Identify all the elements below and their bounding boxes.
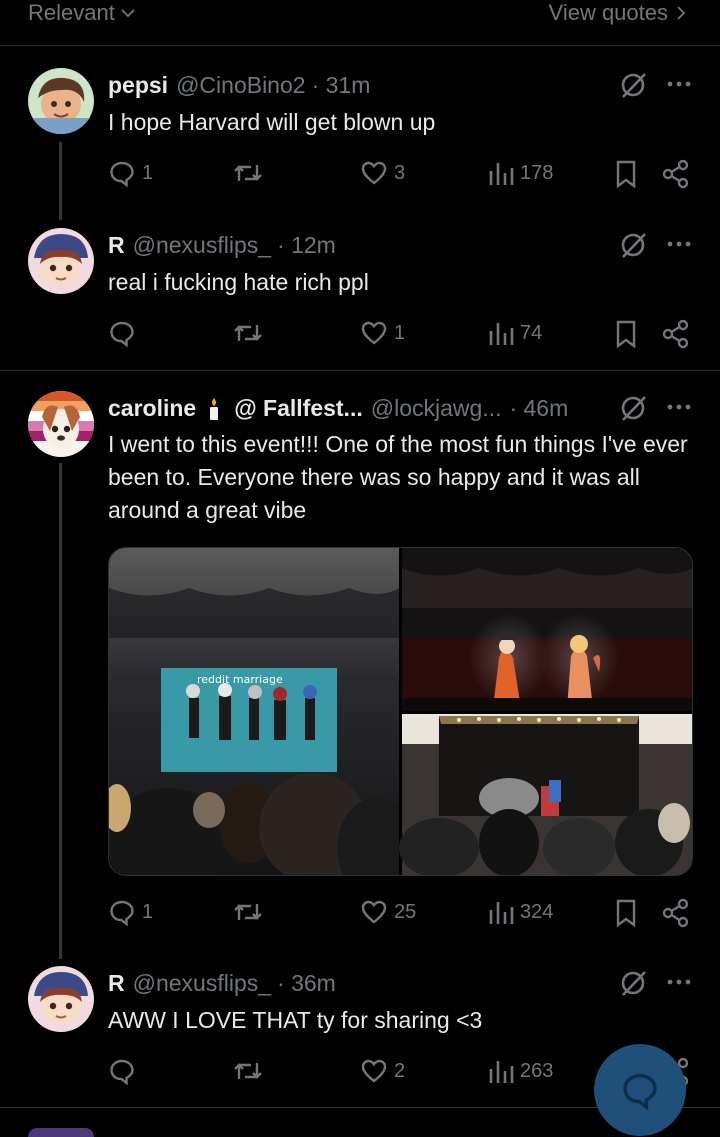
views-button[interactable]: 178: [488, 159, 553, 187]
like-count: 1: [394, 321, 406, 344]
photo-performers[interactable]: [402, 548, 693, 711]
view-count: 74: [520, 321, 543, 344]
like-count: 2: [394, 1059, 406, 1082]
display-name[interactable]: pepsi: [108, 72, 168, 99]
views-button[interactable]: 74: [488, 319, 542, 347]
media-caption: reddit marriage: [197, 673, 283, 686]
post-text: I went to this event!!! One of the most …: [108, 431, 688, 523]
reply-count: 1: [142, 900, 154, 923]
timestamp[interactable]: · 36m: [277, 970, 336, 997]
views-icon: [489, 1061, 514, 1083]
post-text: real i fucking hate rich ppl: [108, 269, 369, 295]
share-icon[interactable]: [662, 159, 690, 189]
repost-button[interactable]: [232, 898, 264, 926]
handle[interactable]: @nexusflips_: [133, 232, 271, 259]
like-button[interactable]: 3: [360, 159, 405, 187]
views-button[interactable]: 263: [488, 1057, 553, 1085]
post-text: I hope Harvard will get blown up: [108, 109, 436, 135]
bookmark-icon[interactable]: [614, 159, 638, 189]
more-icon[interactable]: [664, 74, 694, 94]
action-bar: 1 3 178: [108, 159, 698, 189]
like-button[interactable]: 1: [360, 319, 405, 347]
views-icon: [489, 323, 514, 345]
display-name[interactable]: caroline: [108, 395, 196, 422]
repost-button[interactable]: [232, 1057, 264, 1085]
reply-icon: [110, 161, 134, 187]
avatar[interactable]: [28, 966, 94, 1032]
handle[interactable]: @lockjawg...: [371, 395, 502, 422]
bookmark-icon[interactable]: [614, 319, 638, 349]
reply-button[interactable]: [108, 319, 136, 347]
compose-reply-button[interactable]: [594, 1044, 686, 1136]
action-bar: 1 74: [108, 319, 698, 349]
like-icon: [361, 161, 387, 185]
more-icon[interactable]: [664, 397, 694, 417]
media-grid[interactable]: reddit marriage: [108, 547, 693, 876]
share-icon[interactable]: [662, 898, 690, 928]
timestamp[interactable]: · 31m: [312, 72, 371, 99]
repost-icon: [234, 904, 262, 920]
view-count: 324: [520, 900, 554, 923]
photo-screen[interactable]: reddit marriage: [109, 548, 417, 876]
repost-icon: [234, 325, 262, 341]
post-header: caroline @ Fallfest... @lockjawg... · 46…: [108, 395, 568, 422]
photo-stage-hall[interactable]: [399, 714, 693, 876]
like-count: 25: [394, 900, 417, 923]
repost-button[interactable]: [232, 319, 264, 347]
reply-icon: [110, 900, 134, 926]
handle[interactable]: @nexusflips_: [133, 970, 271, 997]
reply-button[interactable]: [108, 1057, 136, 1085]
timestamp[interactable]: · 46m: [509, 395, 568, 422]
views-button[interactable]: 324: [488, 898, 553, 926]
reply-post[interactable]: R @nexusflips_ · 12m real i fucking hate…: [0, 200, 720, 370]
avatar[interactable]: [28, 68, 94, 134]
views-icon: [489, 902, 514, 924]
reply-icon: [110, 1059, 134, 1085]
like-button[interactable]: 2: [360, 1057, 405, 1085]
repost-icon: [234, 1063, 262, 1079]
avatar[interactable]: [28, 391, 94, 457]
reply-button[interactable]: 1: [108, 898, 153, 926]
post-header: R @nexusflips_ · 12m: [108, 232, 336, 259]
like-icon: [361, 321, 387, 345]
grok-icon[interactable]: [618, 968, 648, 998]
like-icon: [361, 900, 387, 924]
view-count: 263: [520, 1059, 554, 1082]
reply-button[interactable]: 1: [108, 159, 153, 187]
repost-button[interactable]: [232, 159, 264, 187]
more-icon[interactable]: [664, 972, 694, 992]
display-name[interactable]: R: [108, 970, 125, 997]
display-name-extra: @ Fallfest...: [234, 395, 363, 421]
post-header: R @nexusflips_ · 36m: [108, 970, 336, 997]
thread-line: [59, 463, 62, 959]
post-text: AWW I LOVE THAT ty for sharing <3: [108, 1007, 483, 1033]
display-name[interactable]: R: [108, 232, 125, 259]
action-bar: 1 25 324: [108, 898, 698, 928]
view-count: 178: [520, 161, 554, 184]
candle-icon: [210, 397, 219, 420]
avatar[interactable]: [28, 1128, 94, 1137]
reply-icon: [110, 321, 134, 347]
handle[interactable]: @CinoBino2: [176, 72, 305, 99]
share-icon[interactable]: [662, 319, 690, 349]
grok-icon[interactable]: [618, 393, 648, 423]
post-header: pepsi @CinoBino2 · 31m: [108, 72, 370, 99]
bookmark-icon[interactable]: [614, 898, 638, 928]
grok-icon[interactable]: [618, 230, 648, 260]
like-count: 3: [394, 161, 406, 184]
timestamp[interactable]: · 12m: [277, 232, 336, 259]
like-icon: [361, 1059, 387, 1083]
repost-icon: [234, 165, 262, 181]
media-photos: reddit marriage: [109, 548, 693, 876]
avatar[interactable]: [28, 228, 94, 294]
views-icon: [489, 163, 514, 185]
compose-reply-icon: [623, 1073, 657, 1110]
like-button[interactable]: 25: [360, 898, 416, 926]
grok-icon[interactable]: [618, 70, 648, 100]
more-icon[interactable]: [664, 234, 694, 254]
reply-post[interactable]: pepsi @CinoBino2 · 31m I hope Harvard wi…: [0, 0, 720, 220]
reply-count: 1: [142, 161, 154, 184]
